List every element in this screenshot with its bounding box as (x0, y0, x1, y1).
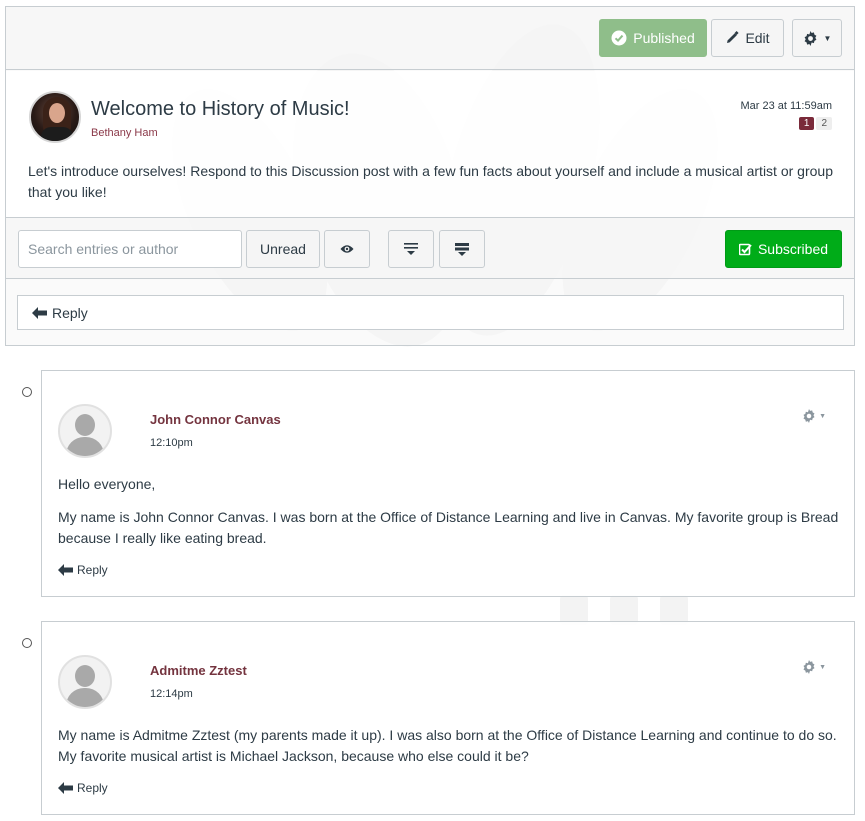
checkbox-icon (738, 243, 752, 256)
topic-body: Welcome to History of Music! Bethany Ham… (6, 71, 854, 217)
expand-icon (454, 241, 470, 257)
mark-all-read-button[interactable] (324, 230, 370, 268)
entry-message-paragraph: My name is Admitme Zztest (my parents ma… (58, 727, 837, 764)
subscribed-button[interactable]: Subscribed (725, 230, 842, 268)
discussion-entry: John Connor Canvas 12:10pm ▼ Hello every… (41, 370, 855, 597)
entry-reply-button[interactable]: Reply (58, 781, 108, 795)
gear-icon (802, 409, 816, 423)
eye-icon (340, 244, 354, 254)
entry-time: 12:10pm (150, 437, 193, 449)
avatar[interactable] (58, 655, 112, 709)
reply-arrow-icon (58, 782, 73, 794)
unread-count-badge: 1 (798, 117, 815, 130)
edit-label: Edit (745, 30, 770, 46)
entry-author-link[interactable]: John Connor Canvas (150, 412, 281, 427)
published-check-icon (611, 30, 627, 46)
reply-label: Reply (52, 304, 88, 321)
reply-arrow-icon (58, 564, 73, 576)
topic-header-bar: Published Edit ▼ (6, 7, 854, 70)
search-input[interactable] (18, 230, 242, 268)
discussion-toolbar: Unread Subscribed (6, 217, 854, 279)
caret-down-icon: ▼ (819, 412, 826, 420)
entry-reply-button[interactable]: Reply (58, 563, 108, 577)
collapse-replies-button[interactable] (388, 230, 434, 268)
discussion-topic: Published Edit ▼ Welcome to History of M… (5, 6, 855, 346)
author-avatar[interactable] (29, 91, 81, 143)
entry-reply-label: Reply (77, 781, 108, 795)
gear-icon (802, 660, 816, 674)
entry-author-link[interactable]: Admitme Zztest (150, 663, 247, 678)
reply-count-badges: 1 2 (798, 117, 832, 130)
reply-arrow-icon (32, 306, 47, 319)
entry-settings-button[interactable]: ▼ (802, 660, 826, 674)
entry-message-paragraph: Hello everyone, (58, 476, 156, 492)
gear-icon (803, 30, 818, 46)
entry-settings-button[interactable]: ▼ (802, 409, 826, 423)
entry-reply-label: Reply (77, 563, 108, 577)
unread-filter-button[interactable]: Unread (246, 230, 320, 268)
topic-reply-button[interactable]: Reply (17, 295, 844, 330)
caret-down-icon: ▼ (823, 33, 832, 43)
topic-settings-button[interactable]: ▼ (792, 19, 842, 57)
topic-message: Let's introduce ourselves! Respond to th… (28, 163, 833, 200)
published-label: Published (633, 30, 695, 46)
discussion-entry: Admitme Zztest 12:14pm ▼ My name is Admi… (41, 621, 855, 815)
entry-read-indicator[interactable] (22, 638, 32, 648)
topic-title: Welcome to History of Music! (91, 98, 350, 120)
topic-author-link[interactable]: Bethany Ham (91, 127, 158, 139)
edit-button[interactable]: Edit (711, 19, 784, 57)
entry-read-indicator[interactable] (22, 387, 32, 397)
published-button[interactable]: Published (599, 19, 707, 57)
entry-message-paragraph: My name is John Connor Canvas. I was bor… (58, 509, 839, 546)
pencil-icon (725, 31, 740, 45)
total-count-badge: 2 (816, 117, 832, 130)
subscribed-label: Subscribed (757, 241, 829, 257)
collapse-icon (403, 241, 419, 257)
avatar[interactable] (58, 404, 112, 458)
expand-replies-button[interactable] (439, 230, 485, 268)
topic-date: Mar 23 at 11:59am (740, 100, 832, 112)
entry-time: 12:14pm (150, 688, 193, 700)
caret-down-icon: ▼ (819, 663, 826, 671)
